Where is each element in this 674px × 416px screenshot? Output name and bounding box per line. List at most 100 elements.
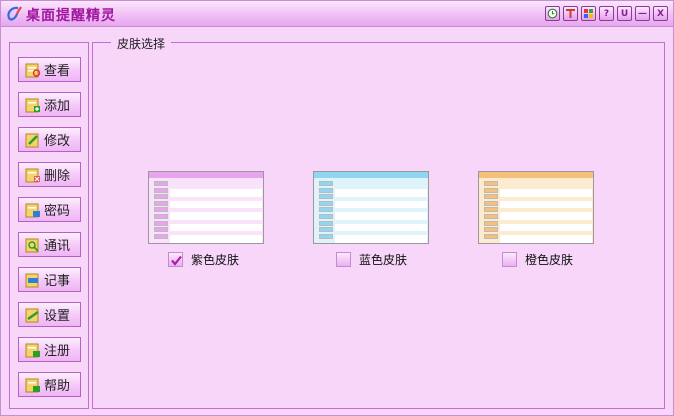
mini-sidebar-item bbox=[154, 207, 168, 213]
skin-option-purple[interactable]: 紫色皮肤 bbox=[168, 251, 239, 268]
mini-table-row bbox=[170, 225, 262, 230]
skin-checkbox-blue[interactable] bbox=[336, 252, 351, 267]
mini-table bbox=[170, 185, 262, 243]
title-bar[interactable]: 桌面提醒精灵 ? U — X bbox=[1, 1, 673, 27]
sidebar-item-label: 记事 bbox=[44, 274, 71, 289]
sidebar-item-label: 设置 bbox=[44, 309, 71, 324]
mini-table-row bbox=[170, 208, 262, 213]
mini-sidebar-item bbox=[154, 214, 168, 219]
clock-icon bbox=[547, 8, 558, 19]
skin-option-blue[interactable]: 蓝色皮肤 bbox=[336, 251, 407, 268]
sidebar-item-help[interactable]: 帮助 bbox=[18, 372, 81, 397]
mini-sidebar-item bbox=[319, 207, 333, 213]
mini-table-row bbox=[335, 231, 427, 236]
skin-checkbox-orange[interactable] bbox=[502, 252, 517, 267]
mini-titlebar bbox=[149, 172, 263, 178]
mini-sidebar-item bbox=[319, 227, 333, 233]
skin-label-blue: 蓝色皮肤 bbox=[359, 253, 408, 267]
mini-table-row bbox=[335, 219, 427, 224]
mini-table bbox=[500, 185, 592, 243]
sidebar-item-label: 帮助 bbox=[44, 379, 71, 394]
skin-selection-legend: 皮肤选择 bbox=[111, 35, 172, 52]
mini-table-row bbox=[335, 214, 427, 218]
mini-table-row bbox=[170, 231, 262, 236]
app-window: 桌面提醒精灵 ? U — X 查看 添加 修改 删除 密码 通讯 记事 设置 注… bbox=[0, 0, 674, 416]
sidebar-item-label: 添加 bbox=[44, 99, 71, 114]
skin-label-orange: 橙色皮肤 bbox=[525, 253, 574, 267]
mini-table-row bbox=[170, 219, 262, 224]
skin-palette-icon bbox=[584, 9, 593, 18]
mini-table-row bbox=[335, 196, 427, 201]
edit-icon bbox=[25, 133, 39, 147]
minimize-icon: — bbox=[638, 8, 647, 19]
sidebar-item-register[interactable]: 注册 bbox=[18, 337, 81, 362]
help-icon bbox=[25, 378, 40, 392]
skin-preview-orange[interactable] bbox=[478, 171, 594, 244]
sidebar-item-view[interactable]: 查看 bbox=[18, 57, 81, 82]
sidebar-item-contacts[interactable]: 通讯 bbox=[18, 232, 81, 257]
mini-table-row bbox=[335, 225, 427, 230]
mini-table bbox=[335, 185, 427, 243]
skin-checkbox-purple[interactable] bbox=[168, 252, 183, 267]
sidebar-item-edit[interactable]: 修改 bbox=[18, 127, 81, 152]
magnet-icon: U bbox=[620, 8, 629, 19]
mini-table-row bbox=[500, 190, 592, 195]
mini-sidebar-item bbox=[484, 207, 498, 213]
skin-preview-blue[interactable] bbox=[313, 171, 429, 244]
mini-table-row bbox=[170, 214, 262, 218]
pin-top-icon bbox=[566, 9, 575, 18]
mini-table-row bbox=[500, 237, 592, 242]
clock-button[interactable] bbox=[545, 6, 560, 21]
mini-sidebar-item bbox=[484, 200, 498, 206]
sidebar-item-label: 注册 bbox=[44, 344, 71, 359]
mini-sidebar-item bbox=[319, 187, 333, 193]
mini-sidebar-item bbox=[319, 214, 333, 219]
sidebar-item-delete[interactable]: 删除 bbox=[18, 162, 81, 187]
mini-table-row bbox=[335, 202, 427, 207]
mini-table-row bbox=[500, 214, 592, 218]
close-button[interactable]: X bbox=[653, 6, 668, 21]
mini-titlebar bbox=[479, 172, 593, 178]
mini-table-row bbox=[170, 185, 262, 189]
mini-sidebar-item bbox=[319, 194, 333, 200]
notes-icon bbox=[25, 273, 39, 287]
add-icon bbox=[25, 98, 40, 112]
delete-icon bbox=[25, 168, 40, 182]
mini-table-row bbox=[500, 185, 592, 189]
mini-table-row bbox=[335, 208, 427, 213]
mini-sidebar-item bbox=[484, 187, 498, 193]
app-logo-icon bbox=[7, 6, 22, 21]
mini-sidebar-item bbox=[319, 200, 333, 206]
pin-button[interactable] bbox=[563, 6, 578, 21]
mini-table-row bbox=[500, 208, 592, 213]
magnet-button[interactable]: U bbox=[617, 6, 632, 21]
close-icon: X bbox=[657, 8, 664, 19]
sidebar-item-label: 通讯 bbox=[44, 239, 71, 254]
mini-table-row bbox=[500, 196, 592, 201]
mini-sidebar bbox=[481, 181, 498, 241]
sidebar-item-add[interactable]: 添加 bbox=[18, 92, 81, 117]
mini-sidebar-item bbox=[154, 227, 168, 233]
mini-sidebar-item bbox=[484, 214, 498, 219]
sidebar-item-settings[interactable]: 设置 bbox=[18, 302, 81, 327]
sidebar-item-notes[interactable]: 记事 bbox=[18, 267, 81, 292]
mini-table-row bbox=[500, 225, 592, 230]
mini-table-row bbox=[335, 185, 427, 189]
minimize-button[interactable]: — bbox=[635, 6, 650, 21]
sidebar-item-password[interactable]: 密码 bbox=[18, 197, 81, 222]
sidebar: 查看 添加 修改 删除 密码 通讯 记事 设置 注册 帮助 bbox=[9, 42, 89, 409]
sidebar-item-label: 修改 bbox=[44, 134, 71, 149]
mini-sidebar-item bbox=[484, 227, 498, 233]
mini-sidebar-item bbox=[319, 220, 333, 226]
mini-table-row bbox=[500, 202, 592, 207]
skin-button[interactable] bbox=[581, 6, 596, 21]
help-button[interactable]: ? bbox=[599, 6, 614, 21]
skin-preview-purple[interactable] bbox=[148, 171, 264, 244]
mini-table-row bbox=[335, 237, 427, 242]
mini-sidebar-item bbox=[484, 194, 498, 200]
mini-table-row bbox=[500, 219, 592, 224]
mini-table-row bbox=[170, 196, 262, 201]
sidebar-item-label: 密码 bbox=[44, 204, 71, 219]
skin-option-orange[interactable]: 橙色皮肤 bbox=[502, 251, 573, 268]
mini-sidebar-item bbox=[154, 187, 168, 193]
